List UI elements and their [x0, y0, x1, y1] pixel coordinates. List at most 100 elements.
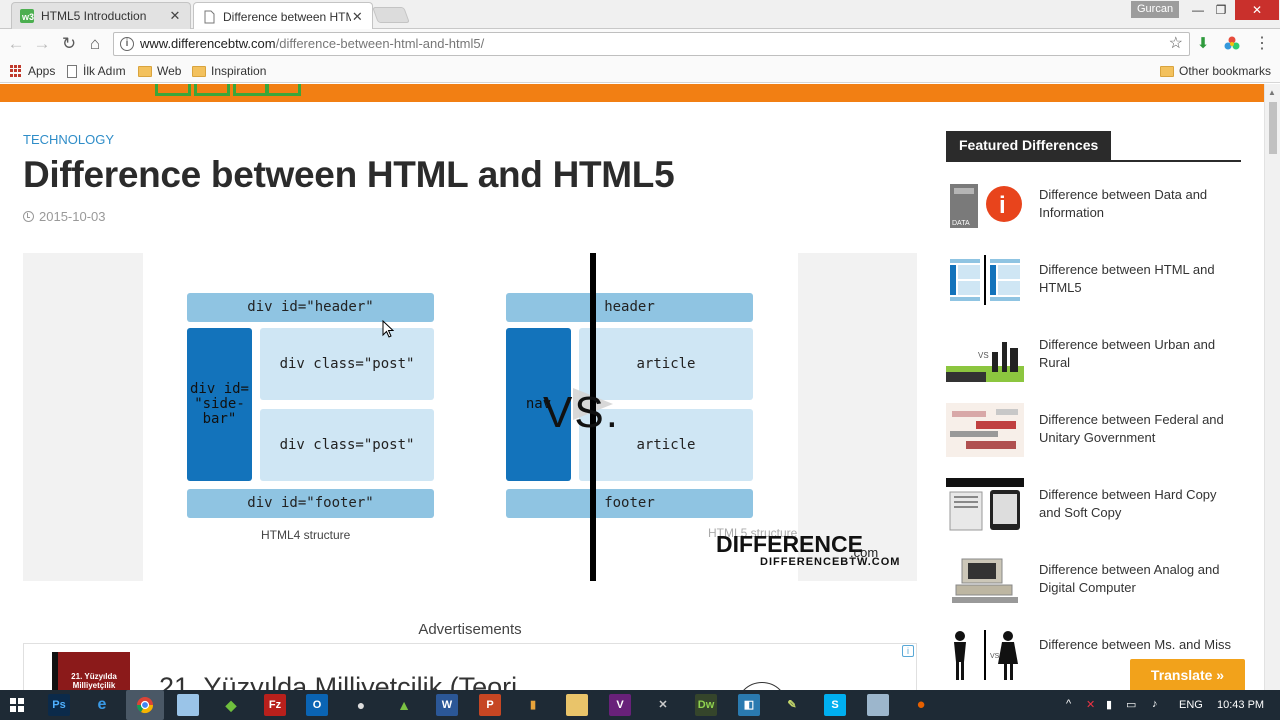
- download-extension-icon[interactable]: ⬇: [1193, 34, 1213, 54]
- app3-taskbar-icon[interactable]: ◧: [738, 694, 760, 716]
- ad-headline[interactable]: 21. Yüzyılda Milliyetçilik (Teori: [159, 672, 517, 690]
- address-bar[interactable]: i www.differencebtw.com/difference-betwe…: [113, 32, 1190, 56]
- profile-button[interactable]: Gurcan: [1131, 1, 1180, 18]
- html4-sidebar-block: div id= "side- bar": [187, 328, 252, 481]
- advertisement-box[interactable]: 21. Yüzyılda Milliyetçilik 21. Yüzyılda …: [23, 643, 917, 690]
- html4-header-block: div id="header": [187, 293, 434, 322]
- bookmark-star-icon[interactable]: ☆: [1169, 33, 1183, 55]
- visual-studio-taskbar-icon[interactable]: V: [609, 694, 631, 716]
- back-arrow-icon[interactable]: ←: [5, 33, 27, 55]
- sidebar-item-title[interactable]: Difference between Data and Information: [1039, 186, 1239, 222]
- notepad-taskbar-icon[interactable]: [177, 694, 199, 716]
- word-taskbar-icon[interactable]: W: [436, 694, 458, 716]
- sidebar-item-title[interactable]: Difference between Analog and Digital Co…: [1039, 561, 1239, 597]
- reload-icon[interactable]: ↻: [58, 33, 80, 55]
- post-date-text: 2015-10-03: [39, 209, 106, 224]
- sidebar-item-title[interactable]: Difference between Ms. and Miss: [1039, 636, 1239, 654]
- ad-book-cover-image[interactable]: 21. Yüzyılda Milliyetçilik: [52, 652, 130, 690]
- analog-digital-thumbnail[interactable]: [946, 553, 1024, 607]
- featured-differences-heading: Featured Differences: [946, 131, 1112, 160]
- tab-html5-introduction[interactable]: w3 HTML5 Introduction ✕: [11, 2, 191, 29]
- app4-taskbar-icon[interactable]: ✎: [781, 694, 803, 716]
- sidebar-item-title[interactable]: Difference between Hard Copy and Soft Co…: [1039, 486, 1239, 522]
- tab-strip: w3 HTML5 Introduction ✕ Difference betwe…: [0, 0, 1280, 30]
- app-taskbar-icon[interactable]: ◆: [220, 694, 242, 716]
- url-path: /difference-between-html-and-html5/: [275, 36, 485, 51]
- outlook-taskbar-icon[interactable]: O: [306, 694, 328, 716]
- tools-taskbar-icon[interactable]: ✕: [652, 694, 674, 716]
- other-bookmarks[interactable]: Other bookmarks: [1160, 63, 1271, 79]
- watermark-site: DIFFERENCEBTW.COM: [760, 556, 901, 568]
- close-window-button[interactable]: ✕: [1235, 0, 1279, 20]
- chrome-taskbar-icon[interactable]: [126, 690, 164, 720]
- html-html5-thumbnail[interactable]: [946, 253, 1024, 307]
- ad-choices-icon[interactable]: i: [902, 645, 914, 657]
- color-picker-extension-icon[interactable]: [1222, 34, 1242, 54]
- data-information-thumbnail[interactable]: DATA i: [946, 178, 1024, 232]
- tab-close-icon[interactable]: ✕: [351, 9, 364, 25]
- translate-button[interactable]: Translate »: [1130, 659, 1245, 691]
- tray-expand-icon[interactable]: ^: [1066, 698, 1071, 710]
- scrollbar-thumb[interactable]: [1269, 102, 1277, 154]
- menu-icon[interactable]: ⋮: [1252, 34, 1272, 54]
- folder-icon: [192, 65, 206, 77]
- system-tray: ^ ✕ ▮ ▭ ♪ ENG 10:43 PM: [1060, 690, 1280, 720]
- clock-icon: [23, 211, 34, 222]
- sidebar-item-html-html5[interactable]: Difference between HTML and HTML5: [946, 253, 1246, 309]
- tray-volume-icon[interactable]: ♪: [1152, 698, 1158, 710]
- tray-network-icon[interactable]: ✕: [1086, 698, 1095, 711]
- site-logo-fragment: [155, 84, 191, 96]
- home-icon[interactable]: ⌂: [84, 33, 106, 55]
- mouse-cursor-icon: [382, 320, 394, 338]
- url-domain: www.differencebtw.com: [140, 36, 276, 51]
- photoshop-taskbar-icon[interactable]: Ps: [48, 694, 70, 716]
- bookmark-apps[interactable]: Apps: [10, 63, 55, 79]
- file-explorer-taskbar-icon[interactable]: [566, 694, 588, 716]
- federal-unitary-thumbnail[interactable]: [946, 403, 1024, 457]
- bookmark-web[interactable]: Web: [138, 63, 181, 79]
- app2-taskbar-icon[interactable]: ▮: [522, 694, 544, 716]
- article-figure: div id="header" div id= "side- bar" div …: [23, 253, 917, 581]
- page-scrollbar[interactable]: ▲: [1264, 84, 1280, 690]
- folder-icon: [1160, 65, 1174, 77]
- sidebar-item-analog-digital[interactable]: Difference between Analog and Digital Co…: [946, 553, 1246, 609]
- sidebar-item-urban-rural[interactable]: VS Difference between Urban and Rural: [946, 328, 1246, 384]
- eclipse-taskbar-icon[interactable]: ●: [350, 694, 372, 716]
- bookmark-ilk-adim[interactable]: İlk Adım: [67, 63, 126, 79]
- sidebar-item-federal-unitary[interactable]: Difference between Federal and Unitary G…: [946, 403, 1246, 459]
- android-taskbar-icon[interactable]: ▲: [393, 694, 415, 716]
- svg-text:VS: VS: [978, 351, 989, 360]
- tab-difference-between-html[interactable]: Difference between HTM ✕: [193, 2, 373, 30]
- internet-explorer-taskbar-icon[interactable]: e: [91, 694, 113, 716]
- app5-taskbar-icon[interactable]: [867, 694, 889, 716]
- dreamweaver-taskbar-icon[interactable]: Dw: [695, 694, 717, 716]
- tab-close-icon[interactable]: ✕: [168, 8, 182, 24]
- sidebar-item-title[interactable]: Difference between Urban and Rural: [1039, 336, 1239, 372]
- tray-clock[interactable]: 10:43 PM: [1217, 699, 1264, 711]
- sidebar-item-hard-soft-copy[interactable]: Difference between Hard Copy and Soft Co…: [946, 478, 1246, 534]
- maximize-button[interactable]: ❐: [1206, 0, 1236, 20]
- forward-arrow-icon[interactable]: →: [31, 33, 53, 55]
- sidebar-item-data-information[interactable]: DATA i Difference between Data and Inform…: [946, 178, 1246, 234]
- html5-header-block: header: [506, 293, 753, 322]
- tray-battery-icon[interactable]: ▮: [1106, 698, 1112, 711]
- windows-start-icon[interactable]: [10, 698, 24, 712]
- site-info-icon[interactable]: i: [120, 37, 134, 51]
- filezilla-taskbar-icon[interactable]: Fz: [264, 694, 286, 716]
- sidebar-item-title[interactable]: Difference between HTML and HTML5: [1039, 261, 1239, 297]
- skype-taskbar-icon[interactable]: S: [824, 694, 846, 716]
- tray-language[interactable]: ENG: [1179, 699, 1203, 711]
- tray-app-icon[interactable]: ▭: [1126, 698, 1136, 711]
- scroll-up-arrow-icon[interactable]: ▲: [1268, 88, 1276, 97]
- new-tab-button[interactable]: [372, 7, 410, 23]
- bookmark-inspiration[interactable]: Inspiration: [192, 63, 266, 79]
- sidebar-item-title[interactable]: Difference between Federal and Unitary G…: [1039, 411, 1239, 447]
- vs-label: VS.: [543, 388, 620, 437]
- bookmark-label: Inspiration: [211, 64, 267, 78]
- firefox-taskbar-icon[interactable]: ●: [910, 694, 932, 716]
- urban-rural-thumbnail[interactable]: VS: [946, 328, 1024, 382]
- powerpoint-taskbar-icon[interactable]: P: [479, 694, 501, 716]
- hard-soft-copy-thumbnail[interactable]: [946, 478, 1024, 532]
- ms-miss-thumbnail[interactable]: VS: [946, 628, 1024, 682]
- article-category-link[interactable]: TECHNOLOGY: [23, 132, 114, 147]
